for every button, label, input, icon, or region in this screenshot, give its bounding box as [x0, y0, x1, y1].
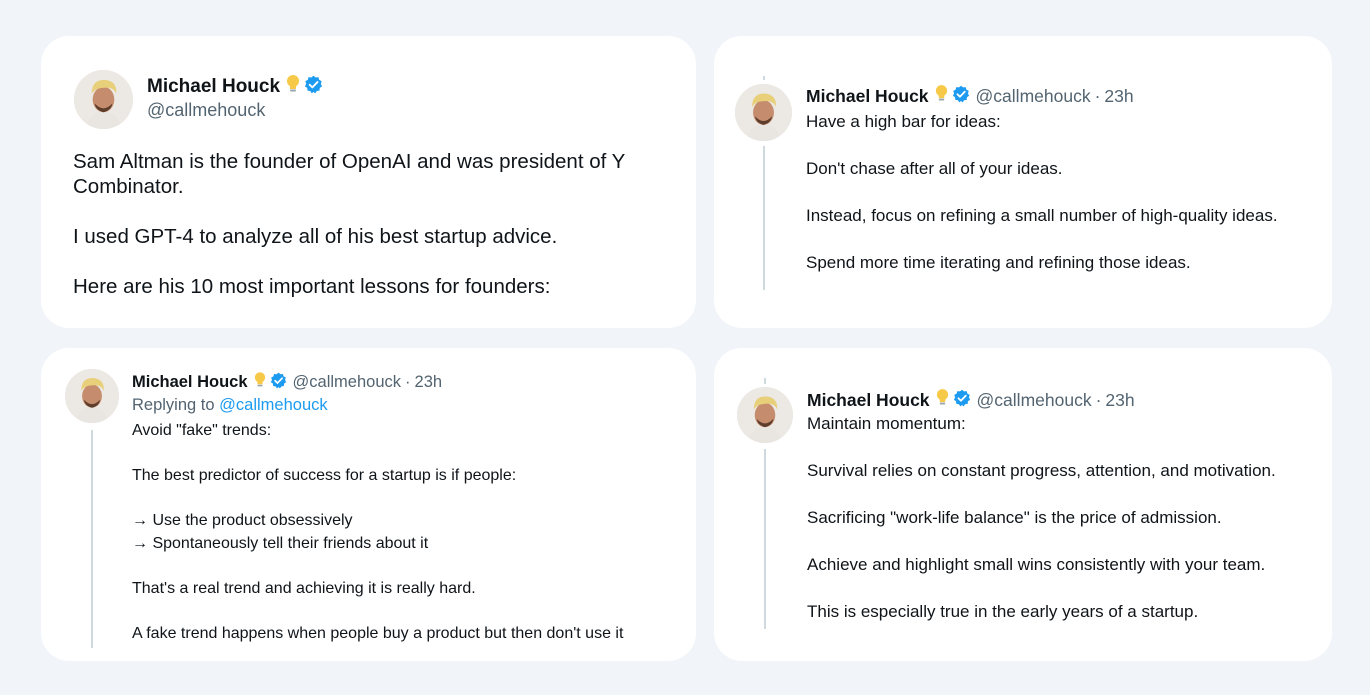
- author-handle[interactable]: @callmehouck: [147, 100, 265, 120]
- timestamp[interactable]: 23h: [415, 373, 443, 392]
- thread-line: [764, 449, 766, 629]
- tweet-card-reply-trends[interactable]: Michael Houck @callmehouck · 23h Replyin…: [41, 348, 696, 661]
- timestamp[interactable]: 23h: [1104, 86, 1133, 107]
- replying-to-label: Replying to: [132, 396, 215, 414]
- profile-photo: [74, 70, 133, 129]
- thread-line: [763, 146, 765, 290]
- lightbulb-icon: [936, 388, 949, 412]
- verified-badge-icon: [952, 85, 970, 108]
- thread-line: [764, 378, 766, 384]
- author-handle[interactable]: @callmehouck: [976, 86, 1091, 107]
- thread-line: [91, 430, 93, 648]
- avatar[interactable]: [737, 387, 793, 443]
- tweet-card-reply-ideas[interactable]: Michael Houck @callmehouck · 23h Have a …: [714, 36, 1332, 328]
- author-handle[interactable]: @callmehouck: [977, 390, 1092, 411]
- thread-line: [763, 76, 765, 80]
- avatar[interactable]: [735, 84, 792, 141]
- lightbulb-icon: [935, 84, 948, 108]
- author-name[interactable]: Michael Houck: [807, 390, 930, 411]
- tweet-card-main[interactable]: Michael Houck @callmehouck Sam Altman is…: [41, 36, 696, 328]
- avatar[interactable]: [74, 70, 133, 129]
- profile-photo: [65, 369, 119, 423]
- replying-to-handle-link[interactable]: @callmehouck: [219, 396, 327, 414]
- verified-badge-icon: [270, 372, 287, 394]
- profile-photo: [735, 84, 792, 141]
- verified-badge-icon: [953, 389, 971, 412]
- avatar[interactable]: [65, 369, 119, 423]
- lightbulb-icon: [286, 74, 300, 100]
- lightbulb-icon: [254, 371, 266, 394]
- replying-to: Replying to @callmehouck: [132, 396, 328, 415]
- author-name[interactable]: Michael Houck: [806, 86, 929, 107]
- separator-dot: ·: [1095, 389, 1102, 410]
- verified-badge-icon: [304, 75, 323, 100]
- separator-dot: ·: [405, 373, 411, 391]
- author-name[interactable]: Michael Houck: [132, 373, 248, 392]
- tweet-text: Avoid "fake" trends: The best predictor …: [132, 422, 624, 642]
- tweet-card-reply-momentum[interactable]: Michael Houck @callmehouck · 23h Maintai…: [714, 348, 1332, 661]
- timestamp[interactable]: 23h: [1105, 390, 1134, 411]
- profile-photo: [737, 387, 793, 443]
- author-name[interactable]: Michael Houck: [147, 76, 280, 98]
- separator-dot: ·: [1094, 85, 1101, 106]
- author-handle[interactable]: @callmehouck: [293, 373, 401, 392]
- tweet-text: Have a high bar for ideas: Don't chase a…: [806, 112, 1278, 272]
- tweet-text: Maintain momentum: Survival relies on co…: [807, 414, 1276, 621]
- tweet-text: Sam Altman is the founder of OpenAI and …: [73, 150, 625, 298]
